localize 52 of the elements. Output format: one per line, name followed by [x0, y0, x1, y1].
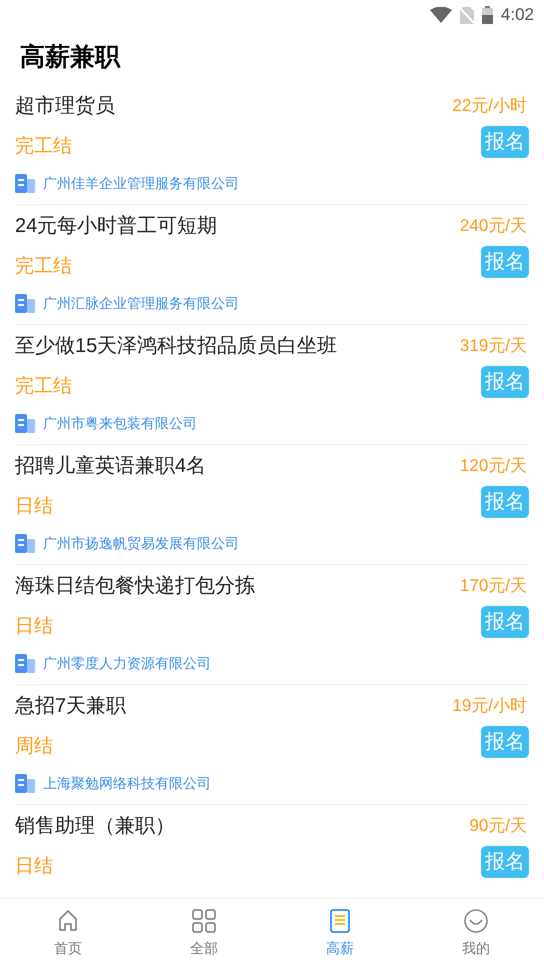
- settlement-type: 完工结: [15, 374, 72, 399]
- settlement-type: 周结: [15, 734, 53, 759]
- signup-button[interactable]: 报名: [481, 366, 529, 398]
- status-time: 4:02: [500, 4, 534, 26]
- settlement-type: 日结: [15, 494, 53, 519]
- salary: 120元/天: [460, 455, 528, 478]
- building-icon: [15, 533, 35, 553]
- salary: 319元/天: [460, 335, 528, 358]
- job-title[interactable]: 急招7天兼职: [15, 691, 126, 721]
- nav-tab[interactable]: 全部: [136, 899, 272, 968]
- settlement-type: 日结: [15, 614, 53, 639]
- salary: 19元/小时: [452, 695, 528, 718]
- job-title[interactable]: 销售助理（兼职）: [15, 811, 175, 841]
- wifi-icon: [430, 7, 452, 23]
- settlement-type: 完工结: [15, 254, 72, 279]
- signup-button[interactable]: 报名: [481, 606, 529, 638]
- company-name[interactable]: 广州汇脉企业管理服务有限公司: [43, 292, 239, 314]
- building-icon: [15, 173, 35, 193]
- company-name[interactable]: 广州市粤来包装有限公司: [43, 412, 197, 434]
- no-sim-icon: [460, 6, 474, 24]
- job-title[interactable]: 至少做15天泽鸿科技招品质员白坐班: [15, 331, 338, 361]
- nav-tab[interactable]: 首页: [0, 899, 136, 968]
- signup-button[interactable]: 报名: [481, 726, 529, 758]
- nav-tab[interactable]: 我的: [408, 899, 544, 968]
- salary: 240元/天: [460, 215, 528, 238]
- company-name[interactable]: 上海聚勉网络科技有限公司: [43, 772, 211, 794]
- building-icon: [15, 413, 35, 433]
- document-icon: [327, 908, 353, 934]
- salary: 170元/天: [460, 575, 528, 598]
- building-icon: [15, 773, 35, 793]
- salary: 22元/小时: [452, 95, 528, 118]
- job-title[interactable]: 超市理货员: [15, 91, 115, 121]
- job-title[interactable]: 海珠日结包餐快递打包分拣: [15, 571, 255, 601]
- signup-button[interactable]: 报名: [481, 486, 529, 518]
- settlement-type: 日结: [15, 854, 53, 879]
- company-name[interactable]: 广州零度人力资源有限公司: [43, 652, 211, 674]
- building-icon: [15, 653, 35, 673]
- page-title: 高薪兼职: [20, 42, 120, 73]
- battery-icon: [482, 6, 493, 24]
- salary: 90元/天: [469, 815, 528, 838]
- signup-button[interactable]: 报名: [481, 246, 529, 278]
- building-icon: [15, 293, 35, 313]
- smiley-icon: [463, 908, 489, 934]
- company-name[interactable]: 广州市扬逸帆贸易发展有限公司: [43, 532, 239, 554]
- signup-button[interactable]: 报名: [481, 126, 529, 158]
- job-title[interactable]: 24元每小时普工可短期: [15, 211, 218, 241]
- job-title[interactable]: 招聘儿童英语兼职4名: [15, 451, 206, 481]
- company-name[interactable]: 广州佳羊企业管理服务有限公司: [43, 172, 239, 194]
- signup-button[interactable]: 报名: [481, 846, 529, 878]
- settlement-type: 完工结: [15, 134, 72, 159]
- nav-tab[interactable]: 高薪: [272, 899, 408, 968]
- grid-icon: [191, 908, 217, 934]
